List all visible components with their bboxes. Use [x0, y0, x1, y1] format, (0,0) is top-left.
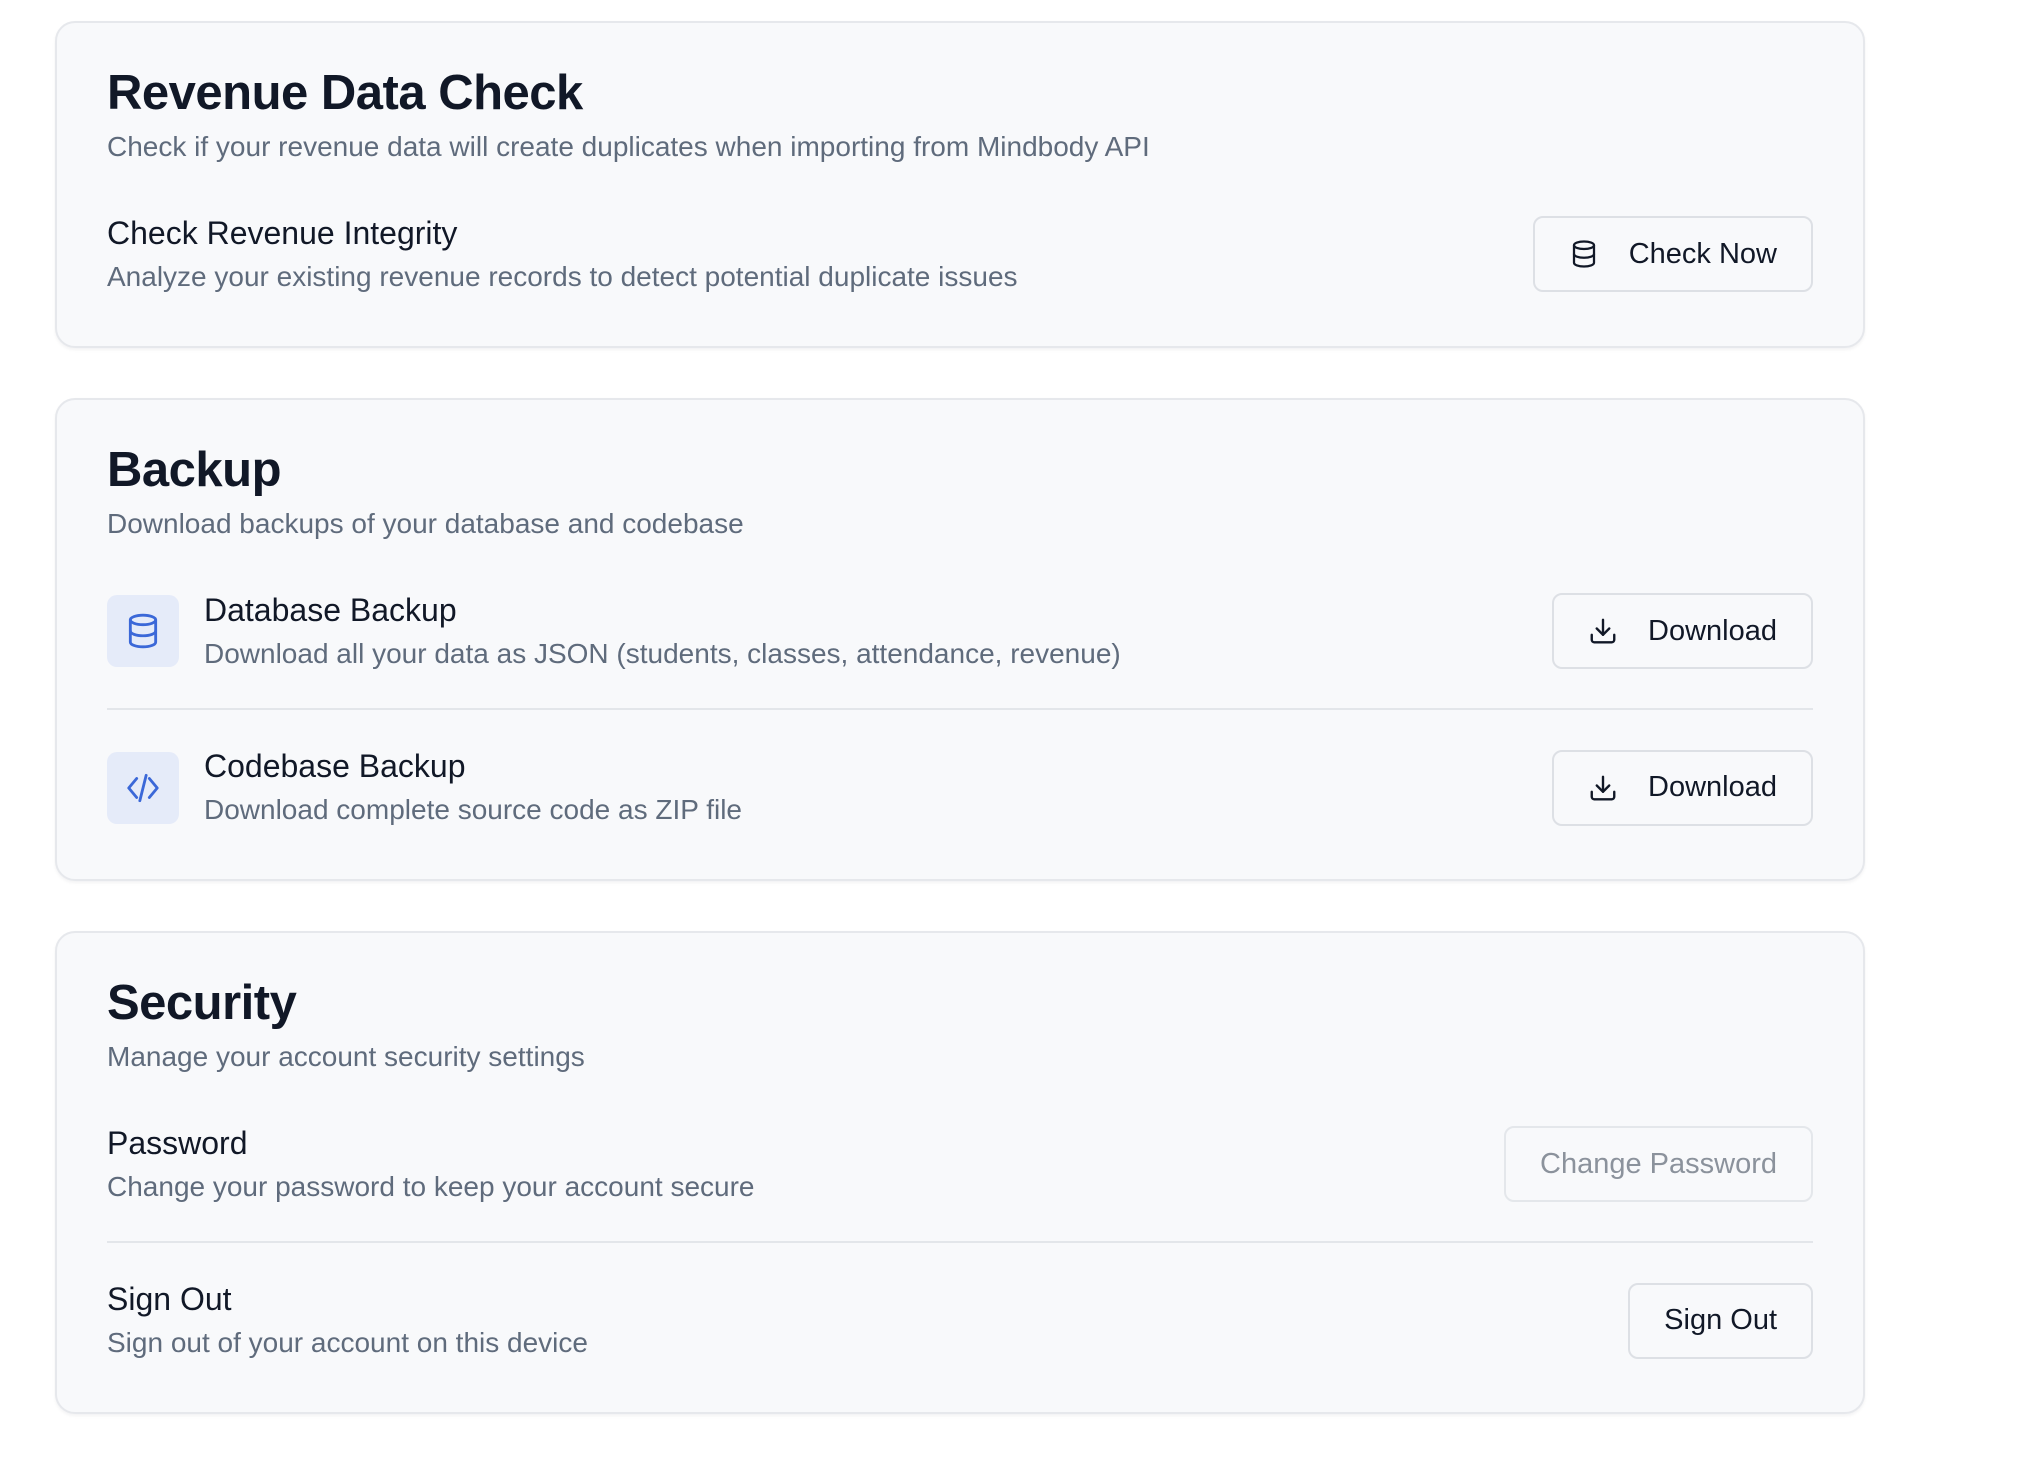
password-row: Password Change your password to keep yo…	[107, 1123, 1813, 1205]
database-icon	[1569, 239, 1599, 269]
row-title: Password	[107, 1125, 248, 1162]
button-label: Sign Out	[1664, 1304, 1777, 1337]
row-title: Check Revenue Integrity	[107, 215, 458, 252]
check-revenue-integrity-row: Check Revenue Integrity Analyze your exi…	[107, 213, 1813, 295]
database-icon	[107, 595, 179, 668]
row-info: Codebase Backup Download complete source…	[107, 746, 742, 828]
button-label: Check Now	[1628, 237, 1777, 270]
backup-card: Backup Download backups of your database…	[55, 397, 1865, 881]
revenue-data-check-card: Revenue Data Check Check if your revenue…	[55, 21, 1865, 348]
card-title: Security	[107, 975, 297, 1030]
row-info: Database Backup Download all your data a…	[107, 590, 1121, 672]
row-description: Sign out of your account on this device	[107, 1327, 588, 1359]
button-label: Change Password	[1540, 1147, 1777, 1180]
check-now-button[interactable]: Check Now	[1532, 216, 1813, 293]
card-description: Check if your revenue data will create d…	[107, 130, 1150, 162]
revenue-check-rows: Check Revenue Integrity Analyze your exi…	[107, 213, 1813, 295]
row-description: Change your password to keep your accoun…	[107, 1171, 755, 1203]
button-label: Download	[1648, 614, 1777, 647]
download-icon	[1588, 773, 1618, 803]
row-text: Password Change your password to keep yo…	[107, 1123, 755, 1205]
card-description: Download backups of your database and co…	[107, 507, 744, 539]
backup-rows: Database Backup Download all your data a…	[107, 590, 1813, 829]
security-rows: Password Change your password to keep yo…	[107, 1123, 1813, 1362]
download-codebase-button[interactable]: Download	[1552, 749, 1813, 826]
download-database-button[interactable]: Download	[1552, 593, 1813, 670]
sign-out-button[interactable]: Sign Out	[1628, 1282, 1813, 1359]
sign-out-row: Sign Out Sign out of your account on thi…	[107, 1241, 1813, 1361]
row-text: Check Revenue Integrity Analyze your exi…	[107, 213, 1018, 295]
row-text: Sign Out Sign out of your account on thi…	[107, 1279, 588, 1361]
button-label: Download	[1648, 771, 1777, 804]
card-title: Revenue Data Check	[107, 66, 583, 120]
download-icon	[1588, 616, 1618, 646]
settings-page: Revenue Data Check Check if your revenue…	[0, 0, 2018, 1468]
row-title: Database Backup	[204, 591, 457, 628]
code-icon	[107, 751, 179, 824]
database-backup-row: Database Backup Download all your data a…	[107, 590, 1813, 672]
security-card: Security Manage your account security se…	[55, 930, 1865, 1414]
codebase-backup-row: Codebase Backup Download complete source…	[107, 708, 1813, 828]
row-description: Download all your data as JSON (students…	[204, 637, 1121, 669]
row-description: Analyze your existing revenue records to…	[107, 261, 1018, 293]
row-title: Sign Out	[107, 1281, 232, 1318]
card-description: Manage your account security settings	[107, 1040, 585, 1072]
row-title: Codebase Backup	[204, 748, 466, 785]
row-description: Download complete source code as ZIP fil…	[204, 794, 742, 826]
change-password-button[interactable]: Change Password	[1504, 1126, 1813, 1203]
card-title: Backup	[107, 442, 282, 497]
